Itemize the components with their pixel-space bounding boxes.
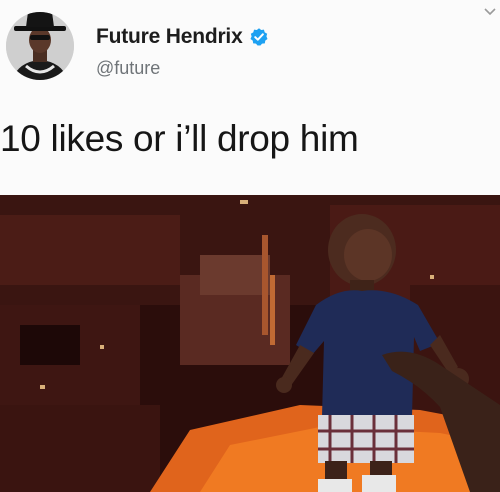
verified-badge-icon [249,27,269,47]
author-name-row: Future Hendrix [96,22,269,52]
tweet-photo[interactable] [0,195,500,492]
tweet-card: Future Hendrix @future 10 likes or i’ll … [0,0,500,492]
chevron-down-icon[interactable] [482,4,498,20]
display-name[interactable]: Future Hendrix [96,25,243,49]
profile-avatar[interactable] [4,4,76,88]
tweet-text: 10 likes or i’ll drop him [0,118,359,159]
author-handle[interactable]: @future [96,58,160,79]
